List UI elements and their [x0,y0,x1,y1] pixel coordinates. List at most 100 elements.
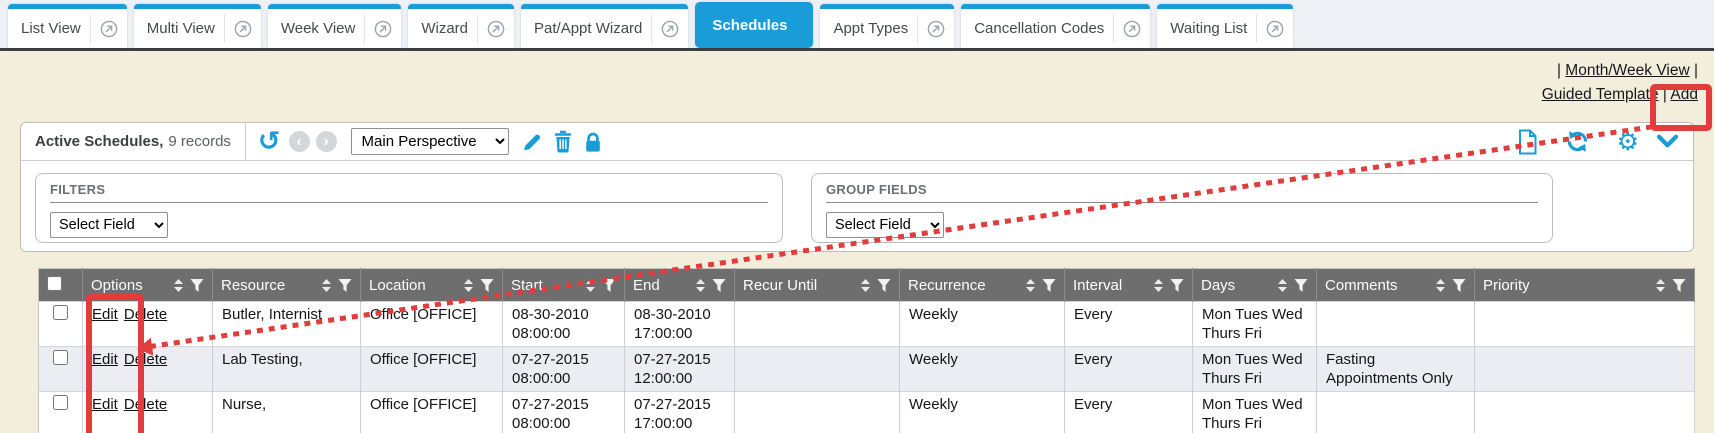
column-header-recurrence: Recurrence [900,269,1065,302]
tab-label: List View [21,20,90,37]
perspective-select[interactable]: Main Perspective [351,128,509,155]
column-header-interval: Interval [1065,269,1193,302]
tab-week-view[interactable]: Week View [268,4,401,48]
delete-link[interactable]: Delete [124,351,167,368]
tab-list-view[interactable]: List View [8,4,127,48]
column-label: Options [91,277,173,294]
tab-wizard[interactable]: Wizard [408,4,514,48]
tab-appt-types[interactable]: Appt Types [820,4,954,48]
delete-trash-icon[interactable] [553,130,573,153]
filter-funnel-icon[interactable] [712,278,726,293]
month-week-view-link[interactable]: Month/Week View [1565,62,1689,79]
new-document-icon[interactable] [1517,129,1538,155]
cell-end: 07-27-2015 12:00:00 [625,347,735,392]
collapse-chevron-icon[interactable] [1656,134,1679,149]
cell-interval: Every [1065,392,1193,433]
row-checkbox[interactable] [53,350,68,365]
filter-funnel-icon[interactable] [338,278,352,293]
tab-schedules[interactable]: Schedules [695,2,813,48]
external-link-icon[interactable] [478,20,505,38]
next-perspective-icon[interactable]: › [316,131,337,152]
cell-start: 08-30-2010 08:00:00 [503,302,625,347]
schedules-table: OptionsResourceLocationStartEndRecur Unt… [38,268,1695,433]
previous-perspective-icon[interactable]: ‹ [289,131,310,152]
column-header-recur-until: Recur Until [735,269,900,302]
tab-waiting-list[interactable]: Waiting List [1157,4,1293,48]
sort-icon[interactable] [1435,278,1446,293]
filter-funnel-icon[interactable] [1170,278,1184,293]
sort-icon[interactable] [1025,278,1036,293]
grid-toolbar: Active Schedules,9 records ↺ ‹ › Main Pe… [21,123,1693,161]
tab-label: Wizard [421,20,477,37]
pipe-separator: | [1690,62,1698,79]
external-link-icon[interactable] [365,20,392,38]
edit-link[interactable]: Edit [92,351,118,368]
undo-icon[interactable]: ↺ [258,128,281,155]
filter-funnel-icon[interactable] [602,278,616,293]
filter-funnel-icon[interactable] [480,278,494,293]
column-header-days: Days [1193,269,1317,302]
add-link[interactable]: Add [1670,86,1698,103]
sort-icon[interactable] [463,278,474,293]
cell-resource: Butler, Internist [213,302,361,347]
group-fields-label: GROUP FIELDS [826,182,1538,203]
sort-icon[interactable] [173,278,184,293]
guided-template-link[interactable]: Guided Template [1542,86,1659,103]
settings-gear-icon[interactable]: ⚙ [1617,129,1639,154]
tab-label: Cancellation Codes [974,20,1113,37]
tab-cancellation-codes[interactable]: Cancellation Codes [961,4,1150,48]
select-all-checkbox[interactable] [47,276,62,291]
external-link-icon[interactable] [1114,20,1141,38]
sort-icon[interactable] [585,278,596,293]
column-label: Recurrence [908,277,1025,294]
filter-funnel-icon[interactable] [190,278,204,293]
refresh-icon[interactable] [1565,129,1590,154]
grid-title: Active Schedules,9 records [35,133,231,150]
cell-start: 07-27-2015 08:00:00 [503,392,625,433]
tab-multi-view[interactable]: Multi View [134,4,261,48]
external-link-icon[interactable] [918,20,945,38]
row-checkbox[interactable] [53,305,68,320]
sort-icon[interactable] [1153,278,1164,293]
cell-days: Mon Tues Wed Thurs Fri [1193,347,1317,392]
filters-field-select[interactable]: Select Field [50,212,168,238]
quick-links-line1: | Month/Week View | [1542,59,1698,83]
edit-link[interactable]: Edit [92,396,118,413]
cell-comments [1317,392,1475,433]
filter-funnel-icon[interactable] [877,278,891,293]
filter-funnel-icon[interactable] [1672,278,1686,293]
filter-funnel-icon[interactable] [1294,278,1308,293]
header-row: OptionsResourceLocationStartEndRecur Unt… [39,269,1695,302]
sort-icon[interactable] [695,278,706,293]
cell-recurrence: Weekly [900,302,1065,347]
external-link-icon[interactable] [91,20,118,38]
table-head: OptionsResourceLocationStartEndRecur Unt… [39,269,1695,302]
sort-icon[interactable] [860,278,871,293]
tab-pat-appt-wizard[interactable]: Pat/Appt Wizard [521,4,688,48]
lock-icon[interactable] [583,131,603,153]
external-link-icon[interactable] [1257,20,1284,38]
sort-icon[interactable] [1277,278,1288,293]
cell-resource: Lab Testing, [213,347,361,392]
content-panel: Active Schedules,9 records ↺ ‹ › Main Pe… [20,122,1694,252]
edit-pencil-icon[interactable] [521,131,543,153]
column-header-options: Options [83,269,213,302]
group-fields-select[interactable]: Select Field [826,212,944,238]
filter-funnel-icon[interactable] [1042,278,1056,293]
edit-link[interactable]: Edit [92,306,118,323]
column-header-priority: Priority [1475,269,1695,302]
row-checkbox[interactable] [53,395,68,410]
column-header-comments: Comments [1317,269,1475,302]
delete-link[interactable]: Delete [124,306,167,323]
pipe-separator: | [1659,86,1671,103]
sort-icon[interactable] [1655,278,1666,293]
sort-icon[interactable] [321,278,332,293]
cell-days: Mon Tues Wed Thurs Fri [1193,392,1317,433]
table-row: EditDeleteButler, InternistOffice [OFFIC… [39,302,1695,347]
delete-link[interactable]: Delete [124,396,167,413]
column-label: Recur Until [743,277,860,294]
external-link-icon[interactable] [652,20,679,38]
column-label: Days [1201,277,1277,294]
external-link-icon[interactable] [225,20,252,38]
filter-funnel-icon[interactable] [1452,278,1466,293]
